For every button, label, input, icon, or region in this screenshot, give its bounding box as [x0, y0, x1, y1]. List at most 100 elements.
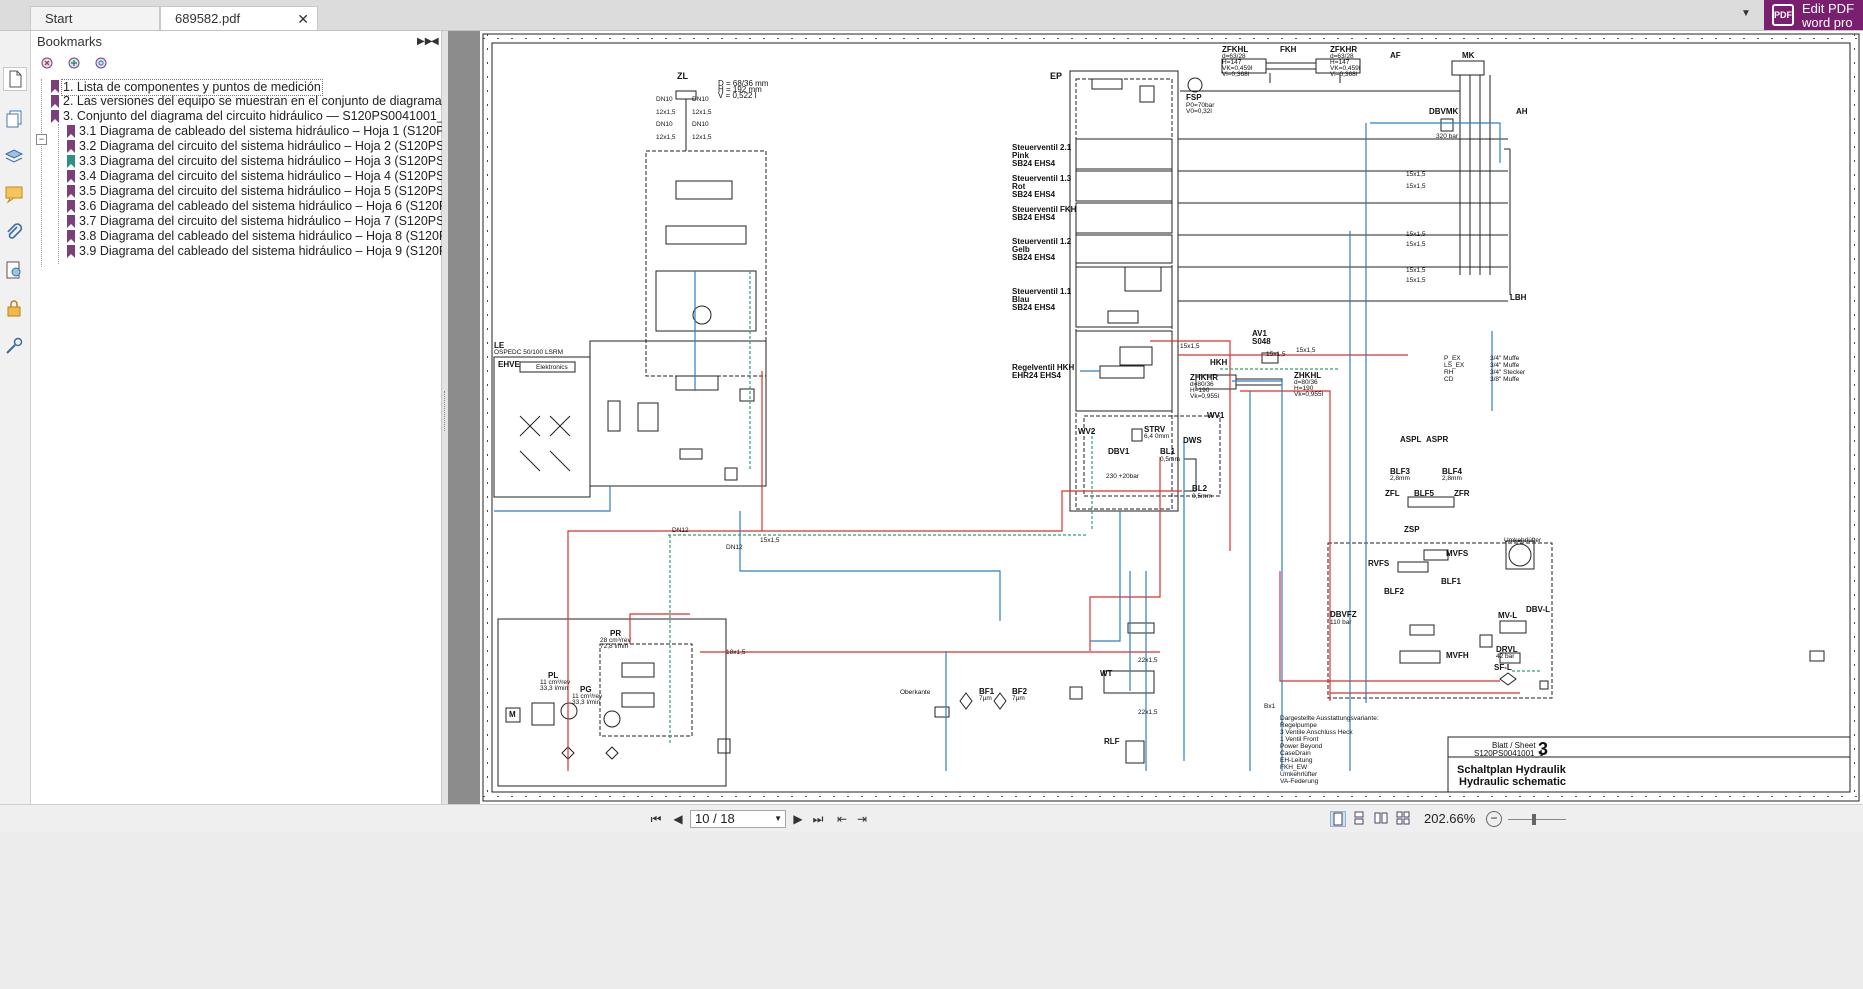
label-port: RH: [1444, 369, 1454, 376]
bookmarks-title: Bookmarks: [37, 34, 103, 49]
zoom-slider-thumb[interactable]: [1532, 814, 1536, 825]
label-dbvfz: DBVFZ: [1330, 610, 1357, 619]
label-ehve: EHVE: [498, 360, 520, 369]
label-port-size: 3/4" Muffe: [1490, 362, 1520, 369]
signatures-icon[interactable]: [3, 259, 27, 283]
label-blf2: BLF2: [1384, 587, 1404, 596]
facing-view-icon[interactable]: [1374, 811, 1390, 827]
label-blf1: BLF1: [1441, 577, 1461, 586]
label-pl-spec: 33,3 l/min: [540, 685, 569, 692]
close-tab-icon[interactable]: ✕: [297, 7, 309, 31]
label-pipe-size: 15x1,5: [760, 537, 780, 544]
label-umkehrluefter: Umkehrlüfter: [1504, 537, 1542, 544]
label-fsp: FSP: [1186, 93, 1202, 102]
continuous-view-icon[interactable]: [1352, 811, 1368, 827]
label-port-size: 3/4" Stecker: [1490, 369, 1526, 376]
label-dn12: DN12: [726, 544, 743, 551]
label-pipe-size: 15x1,5: [1296, 347, 1316, 354]
label-bf-um: 7µm: [979, 695, 992, 702]
label-note: 3 Ventile Anschluss Heck: [1280, 729, 1353, 736]
label-pipe-size: 22x1,5: [1138, 657, 1158, 664]
label-dn10: DN10: [656, 96, 673, 103]
label-blf-mm: 2,8mm: [1442, 475, 1462, 482]
label-lbh: LBH: [1510, 293, 1527, 302]
page-thumbnails-icon[interactable]: [3, 67, 27, 91]
label-zsp: ZSP: [1404, 525, 1420, 534]
zoom-slider[interactable]: [1508, 819, 1566, 820]
label-elektronics: Elektronics: [536, 364, 568, 371]
label-wv1: WV1: [1207, 411, 1225, 420]
label-s048: S048: [1252, 337, 1271, 346]
label-motor: M: [509, 710, 516, 719]
continuous-facing-view-icon[interactable]: [1396, 811, 1412, 827]
next-view-icon[interactable]: ⇥: [854, 811, 870, 827]
bookmarks-header: Bookmarks ▶▶ ◀: [31, 31, 441, 53]
security-icon[interactable]: [3, 297, 27, 321]
label-ah: AH: [1516, 107, 1528, 116]
label-fsp-spec: V0=0,32l: [1186, 108, 1212, 115]
label-zfkhr-spec: Vi=0,368l: [1330, 71, 1358, 78]
label-mk: MK: [1462, 51, 1475, 60]
first-page-icon[interactable]: ⏮: [648, 811, 664, 827]
comments-icon[interactable]: [3, 183, 27, 207]
layers-pages-icon[interactable]: [3, 107, 27, 131]
collapse-panel-icon[interactable]: ◀: [431, 31, 439, 53]
label-zl-spec: V = 0,522 l: [718, 91, 757, 100]
label-pipe-size: 15x1,5: [1406, 241, 1426, 248]
label-drvl-bar: 42 bar: [1496, 653, 1515, 660]
previous-view-icon[interactable]: ⇤: [834, 811, 850, 827]
label-pipe: 12x1,5: [692, 109, 712, 116]
label-bl1: BL1: [1160, 447, 1176, 456]
label-steuerventil-13: SB24 EHS4: [1012, 190, 1056, 199]
label-aspr: ASPR: [1426, 435, 1449, 444]
label-blf5: BLF5: [1414, 489, 1434, 498]
edit-pdf-promo-button[interactable]: PDF Edit PDF word pro: [1764, 0, 1863, 30]
tab-bar: Start 689582.pdf ✕ ▼ PDF Edit PDF word pr…: [0, 0, 1863, 31]
label-sf-l: SF-L: [1494, 663, 1512, 672]
zoom-level[interactable]: 202.66%: [1424, 811, 1475, 827]
tab-label: Start: [45, 11, 73, 26]
label-note: VA-Federung: [1280, 778, 1319, 785]
find-bookmark-icon[interactable]: [93, 55, 113, 75]
delete-bookmark-icon[interactable]: [39, 55, 59, 75]
label-pipe-size: 15x1,5: [1406, 171, 1426, 178]
tab-document[interactable]: 689582.pdf ✕: [160, 6, 318, 30]
zoom-out-icon[interactable]: −: [1486, 811, 1502, 827]
page-dropdown-icon[interactable]: ▼: [774, 811, 782, 827]
label-zl: ZL: [677, 71, 688, 81]
previous-page-icon[interactable]: ◀: [670, 811, 686, 827]
single-page-view-icon[interactable]: [1330, 811, 1346, 827]
label-drawing-number: S120PS0041001_1: [1474, 749, 1544, 758]
label-wt: WT: [1100, 669, 1113, 678]
label-dbv-l: DBV-L: [1526, 605, 1550, 614]
document-view[interactable]: ZL D = 68/36 mm H = 192 mm V = 0,522 l D…: [448, 31, 1863, 804]
layers-icon[interactable]: [3, 145, 27, 169]
label-pipe-size: 18x1,5: [726, 649, 746, 656]
label-bl1-mm: 0,5mm: [1160, 456, 1180, 463]
collapse-toggle-icon[interactable]: −: [36, 134, 47, 145]
tools-icon[interactable]: [3, 335, 27, 359]
add-bookmark-icon[interactable]: [66, 55, 86, 75]
promo-line-1: Edit PDF: [1802, 1, 1855, 16]
next-page-icon[interactable]: ▶: [790, 811, 806, 827]
label-pipe-size: 15x1,5: [1406, 267, 1426, 274]
window-background: [0, 832, 1863, 989]
label-pipe-size: 15x1,5: [1266, 351, 1286, 358]
label-note: 1 Ventil Front: [1280, 736, 1319, 743]
page-number-field[interactable]: 10 / 18 ▼: [690, 810, 786, 828]
label-steuerventil-fkh: SB24 EHS4: [1012, 213, 1056, 222]
label-pipe-size: 15x1,5: [1406, 231, 1426, 238]
tab-list-dropdown-icon[interactable]: ▼: [1738, 8, 1754, 22]
label-port-size: 3/4" Muffe: [1490, 355, 1520, 362]
label-rvfs: RVFS: [1368, 559, 1390, 568]
tab-start[interactable]: Start: [30, 6, 160, 30]
label-steuerventil-12: SB24 EHS4: [1012, 253, 1056, 262]
label-note: Umkehrlüfter: [1280, 771, 1318, 778]
label-bx1: Bx1: [1264, 703, 1276, 710]
attachments-icon[interactable]: [3, 221, 27, 245]
last-page-icon[interactable]: ⏭: [810, 811, 826, 827]
tab-label: 689582.pdf: [175, 11, 241, 26]
label-ep: EP: [1050, 71, 1063, 81]
status-bar: ⏮ ◀ 10 / 18 ▼ ▶ ⏭ ⇤ ⇥ 202.66% −: [0, 804, 1863, 833]
label-dn10: DN10: [656, 121, 673, 128]
